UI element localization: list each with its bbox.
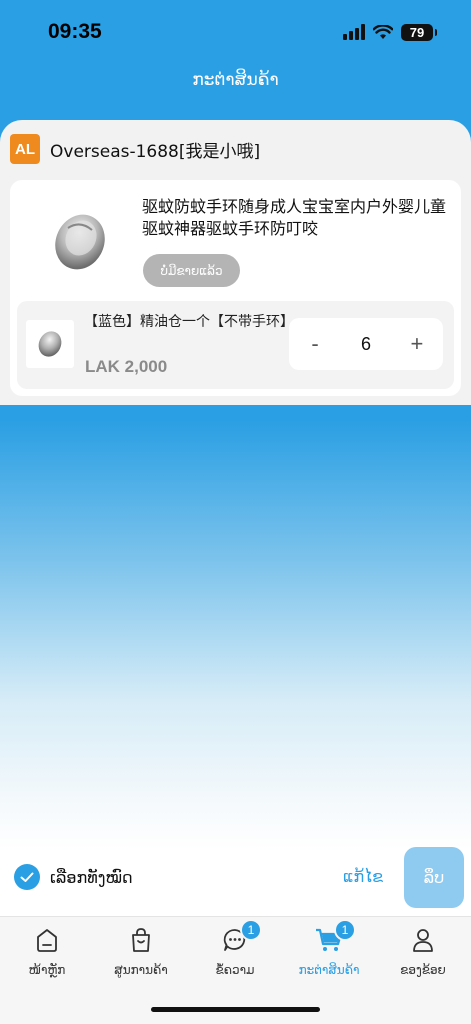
checkmark-icon <box>20 872 34 882</box>
tab-profile-label: ຂອງຂ້ອຍ <box>400 963 446 977</box>
shop-name[interactable]: Overseas-1688[我是小哦] <box>50 137 260 162</box>
product-image[interactable] <box>40 208 120 274</box>
tab-mall[interactable]: ສູນການຄ້າ <box>94 925 188 977</box>
status-icons: 79 <box>343 23 437 41</box>
variant-name: 【蓝色】精油仓一个【不带手环】 <box>84 314 294 330</box>
tab-profile[interactable]: ຂອງຂ້ອຍ <box>376 925 470 977</box>
edit-button[interactable]: ແກ້ໄຂ <box>343 867 383 886</box>
tab-home-label: ໜ້າຫຼັກ <box>28 963 66 977</box>
shop-badge: AL <box>10 134 40 164</box>
select-all-checkbox[interactable] <box>14 864 40 890</box>
tab-cart-label: ກະຕ່າສິນຄ້າ <box>298 963 360 977</box>
delete-button[interactable]: ລຶບ <box>404 847 464 908</box>
product-card[interactable]: 驱蚊防蚊手环随身成人宝宝室内户外婴儿童驱蚊神器驱蚊手环防叮咬 ບໍ່ມີຂາຍແ… <box>10 180 461 396</box>
variant-price: LAK 2,000 <box>85 357 168 376</box>
status-bar: 09:35 79 <box>0 0 471 64</box>
shop-row[interactable]: AL Overseas-1688[我是小哦] <box>10 134 260 164</box>
signal-icon <box>343 24 365 40</box>
battery-icon: 79 <box>401 23 437 41</box>
tab-cart[interactable]: 1 ກະຕ່າສິນຄ້າ <box>282 919 376 977</box>
select-all-label[interactable]: ເລືອກທັງໝົດ <box>50 868 133 887</box>
battery-level: 79 <box>409 24 425 40</box>
decrease-button[interactable]: - <box>305 331 325 357</box>
tab-mall-label: ສູນການຄ້າ <box>114 963 168 977</box>
product-title[interactable]: 驱蚊防蚊手环随身成人宝宝室内户外婴儿童驱蚊神器驱蚊手环防叮咬 <box>142 196 447 240</box>
user-icon <box>413 929 433 952</box>
shopping-bag-icon <box>132 928 150 952</box>
tab-home[interactable]: ໜ້າຫຼັກ <box>0 925 94 977</box>
home-icon <box>37 929 57 952</box>
select-all[interactable]: ເລືອກທັງໝົດ <box>14 864 133 890</box>
messages-badge: 1 <box>240 919 262 941</box>
quantity-value[interactable]: 6 <box>361 334 371 355</box>
tab-messages-label: ຂໍ້ຄວາມ <box>215 963 255 977</box>
wifi-icon <box>373 24 393 39</box>
variant-row: 【蓝色】精油仓一个【不带手环】 LAK 2,000 - 6 + <box>17 301 454 389</box>
soldout-button[interactable]: ບໍ່ມີຂາຍແລ້ວ <box>143 254 240 287</box>
quantity-stepper: - 6 + <box>289 318 443 370</box>
cart-badge: 1 <box>334 919 356 941</box>
variant-thumbnail[interactable] <box>26 320 74 368</box>
page-title: ກະຕ່າສິນຄ້າ <box>192 70 279 90</box>
increase-button[interactable]: + <box>407 331 427 357</box>
cart-card: AL Overseas-1688[我是小哦] 驱蚊防蚊手环随身成人宝宝室内户外婴… <box>0 120 471 405</box>
status-time: 09:35 <box>48 20 102 43</box>
tab-messages[interactable]: 1 ຂໍ້ຄວາມ <box>188 919 282 977</box>
home-indicator <box>151 1007 320 1012</box>
variant-image <box>38 331 62 357</box>
